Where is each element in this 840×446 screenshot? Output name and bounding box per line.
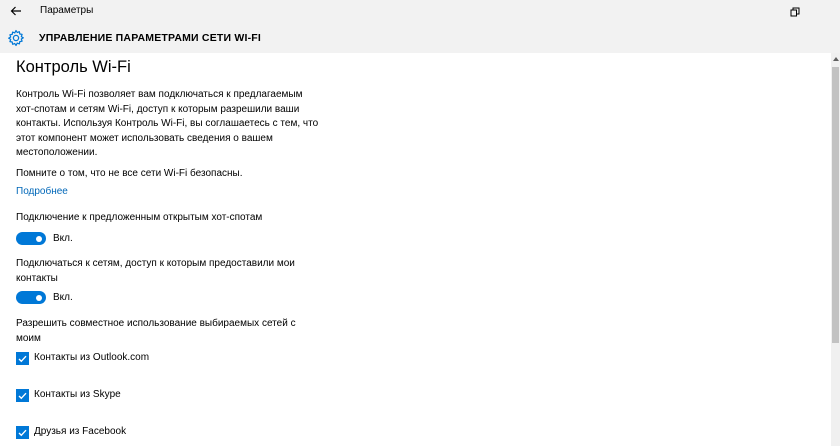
window-title: Параметры bbox=[40, 5, 94, 16]
back-arrow-icon[interactable] bbox=[4, 1, 28, 21]
contacts-networks-label-line: контакты bbox=[16, 272, 58, 284]
restore-icon bbox=[790, 7, 800, 16]
checkmark-icon bbox=[18, 392, 27, 399]
page-title: Контроль Wi-Fi bbox=[16, 58, 131, 76]
description-text: Контроль Wi-Fi позволяет вам подключатьс… bbox=[16, 88, 326, 161]
contacts-networks-state: Вкл. bbox=[53, 292, 73, 303]
open-hotspots-toggle[interactable] bbox=[16, 232, 46, 245]
share-networks-label: Разрешить совместное использование выбир… bbox=[16, 317, 326, 346]
contacts-networks-toggle[interactable] bbox=[16, 291, 46, 304]
description-line: контакты. Используя Контроль Wi-Fi, вы с… bbox=[16, 118, 319, 130]
learn-more-link[interactable]: Подробнее bbox=[16, 186, 68, 197]
facebook-friends-label: Друзья из Facebook bbox=[34, 426, 127, 437]
open-hotspots-label: Подключение к предложенным открытым хот-… bbox=[16, 212, 263, 223]
restore-window-button[interactable] bbox=[778, 0, 812, 23]
checkmark-icon bbox=[18, 355, 27, 362]
open-hotspots-state: Вкл. bbox=[53, 233, 73, 244]
facebook-friends-checkbox[interactable] bbox=[16, 426, 29, 439]
security-notice: Помните о том, что не все сети Wi-Fi без… bbox=[16, 168, 243, 179]
contacts-networks-label-line: Подключаться к сетям, доступ к которым п… bbox=[16, 258, 295, 269]
share-networks-label-line: Разрешить совместное использование выбир… bbox=[16, 318, 296, 329]
contacts-networks-label: Подключаться к сетям, доступ к которым п… bbox=[16, 257, 326, 286]
description-line: этот компонент может использовать сведен… bbox=[16, 132, 273, 144]
page-header: УПРАВЛЕНИЕ ПАРАМЕТРАМИ СЕТИ WI-FI bbox=[0, 23, 840, 53]
vertical-scrollbar[interactable] bbox=[831, 53, 840, 446]
description-line: хот-спотам и сетям Wi-Fi, доступ к котор… bbox=[16, 103, 300, 115]
description-line: местоположении. bbox=[16, 147, 98, 159]
share-networks-label-line: моим bbox=[16, 332, 41, 344]
outlook-contacts-checkbox[interactable] bbox=[16, 352, 29, 365]
header-title: УПРАВЛЕНИЕ ПАРАМЕТРАМИ СЕТИ WI-FI bbox=[39, 32, 262, 44]
skype-contacts-checkbox[interactable] bbox=[16, 389, 29, 402]
scroll-up-arrow-icon[interactable] bbox=[831, 53, 840, 65]
skype-contacts-label: Контакты из Skype bbox=[34, 389, 121, 400]
title-bar: Параметры bbox=[0, 0, 840, 23]
outlook-contacts-label: Контакты из Outlook.com bbox=[34, 352, 150, 363]
checkmark-icon bbox=[18, 429, 27, 436]
scrollbar-thumb[interactable] bbox=[832, 67, 839, 343]
description-line: Контроль Wi-Fi позволяет вам подключатьс… bbox=[16, 89, 303, 100]
gear-icon bbox=[8, 29, 24, 47]
